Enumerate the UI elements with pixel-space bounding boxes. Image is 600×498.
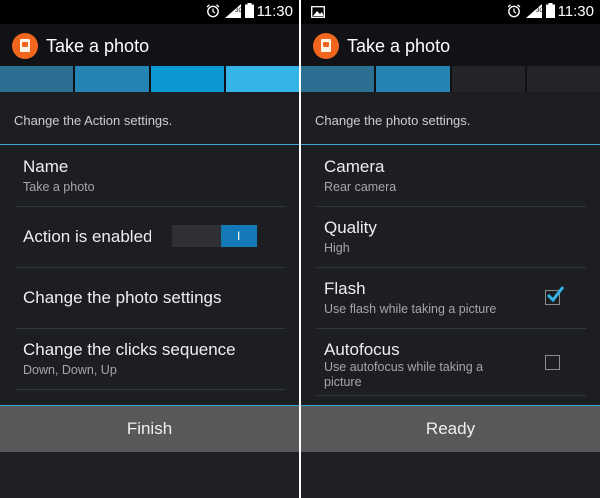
status-time: 11:30: [256, 3, 293, 20]
setting-title: Name: [23, 157, 69, 176]
alarm-icon: [206, 4, 220, 18]
step-4: [526, 66, 600, 92]
flash-checkbox[interactable]: [545, 286, 565, 305]
battery-icon: [546, 3, 555, 18]
page-title: Take a photo: [347, 36, 451, 56]
camera-app-icon[interactable]: [12, 33, 38, 59]
setting-title: Camera: [324, 157, 385, 176]
bottom-area: [0, 452, 299, 498]
divider-top: [301, 144, 600, 145]
bottom-area: [301, 452, 600, 498]
setting-clicks-sequence[interactable]: Change the clicks sequence Down, Down, U…: [16, 329, 285, 390]
settings-list: Name Take a photo Action is enabled I Ch…: [16, 146, 285, 390]
setting-quality[interactable]: Quality High: [317, 207, 586, 268]
setting-subtitle: Rear camera: [324, 180, 397, 194]
finish-button-label: Finish: [126, 419, 173, 438]
step-1: [0, 66, 76, 92]
setting-subtitle: High: [324, 241, 350, 255]
action-bar: Take a photo: [301, 24, 600, 66]
setting-camera[interactable]: Camera Rear camera: [317, 146, 586, 207]
ready-button[interactable]: Ready: [301, 406, 600, 452]
divider-top: [0, 144, 299, 145]
status-time: 11:30: [557, 3, 594, 20]
settings-list: Camera Rear camera Quality High Flash Us…: [317, 146, 586, 396]
step-2: [75, 66, 151, 92]
signal-icon: 3G: [225, 4, 241, 18]
step-3: [451, 66, 527, 92]
svg-text:3G: 3G: [235, 8, 241, 14]
step-4: [225, 66, 299, 92]
photo-settings-screen: 3G 11:30 Take a photo Change the photo s…: [301, 0, 600, 498]
picture-icon: [311, 6, 325, 18]
finish-button[interactable]: Finish: [0, 406, 299, 452]
checkmark-icon: [546, 286, 565, 303]
ready-button-label: Ready: [425, 419, 476, 438]
autofocus-checkbox[interactable]: [545, 355, 560, 370]
alarm-icon: [507, 4, 521, 18]
svg-text:3G: 3G: [536, 8, 542, 14]
signal-icon: 3G: [526, 4, 542, 18]
setting-flash[interactable]: Flash Use flash while taking a picture: [317, 268, 586, 329]
page-title: Take a photo: [46, 36, 150, 56]
action-bar: Take a photo: [0, 24, 299, 66]
setting-subtitle: Down, Down, Up: [23, 363, 117, 377]
status-bar: 3G 11:30: [0, 0, 299, 24]
action-settings-screen: 3G 11:30 Take a photo Change the Action …: [0, 0, 299, 498]
setting-action-enabled[interactable]: Action is enabled I: [16, 207, 285, 268]
step-1: [301, 66, 377, 92]
setting-name[interactable]: Name Take a photo: [16, 146, 285, 207]
battery-icon: [245, 3, 254, 18]
step-progress: [0, 66, 299, 92]
toggle-knob: I: [221, 225, 257, 247]
screens: 3G 11:30 Take a photo Change the Action …: [0, 0, 600, 498]
setting-title: Change the clicks sequence: [23, 340, 236, 359]
setting-autofocus[interactable]: Autofocus Use autofocus while taking a p…: [317, 329, 586, 396]
setting-title: Action is enabled: [23, 227, 151, 246]
camera-app-icon[interactable]: [313, 33, 339, 59]
step-progress: [301, 66, 600, 92]
setting-title: Quality: [324, 218, 377, 237]
setting-title: Flash: [324, 279, 366, 298]
setting-subtitle: Use autofocus while taking a picture: [324, 360, 484, 389]
setting-photo-settings[interactable]: Change the photo settings: [16, 268, 285, 329]
toggle-label: I: [237, 229, 241, 243]
setting-subtitle: Take a photo: [23, 180, 95, 194]
setting-title: Autofocus: [324, 340, 400, 359]
setting-subtitle: Use flash while taking a picture: [324, 302, 497, 316]
enabled-toggle[interactable]: I: [172, 225, 257, 247]
step-3: [150, 66, 226, 92]
step-2: [376, 66, 452, 92]
settings-description: Change the photo settings.: [315, 113, 471, 128]
status-bar: 3G 11:30: [301, 0, 600, 24]
settings-description: Change the Action settings.: [14, 113, 173, 128]
setting-title: Change the photo settings: [23, 288, 222, 307]
